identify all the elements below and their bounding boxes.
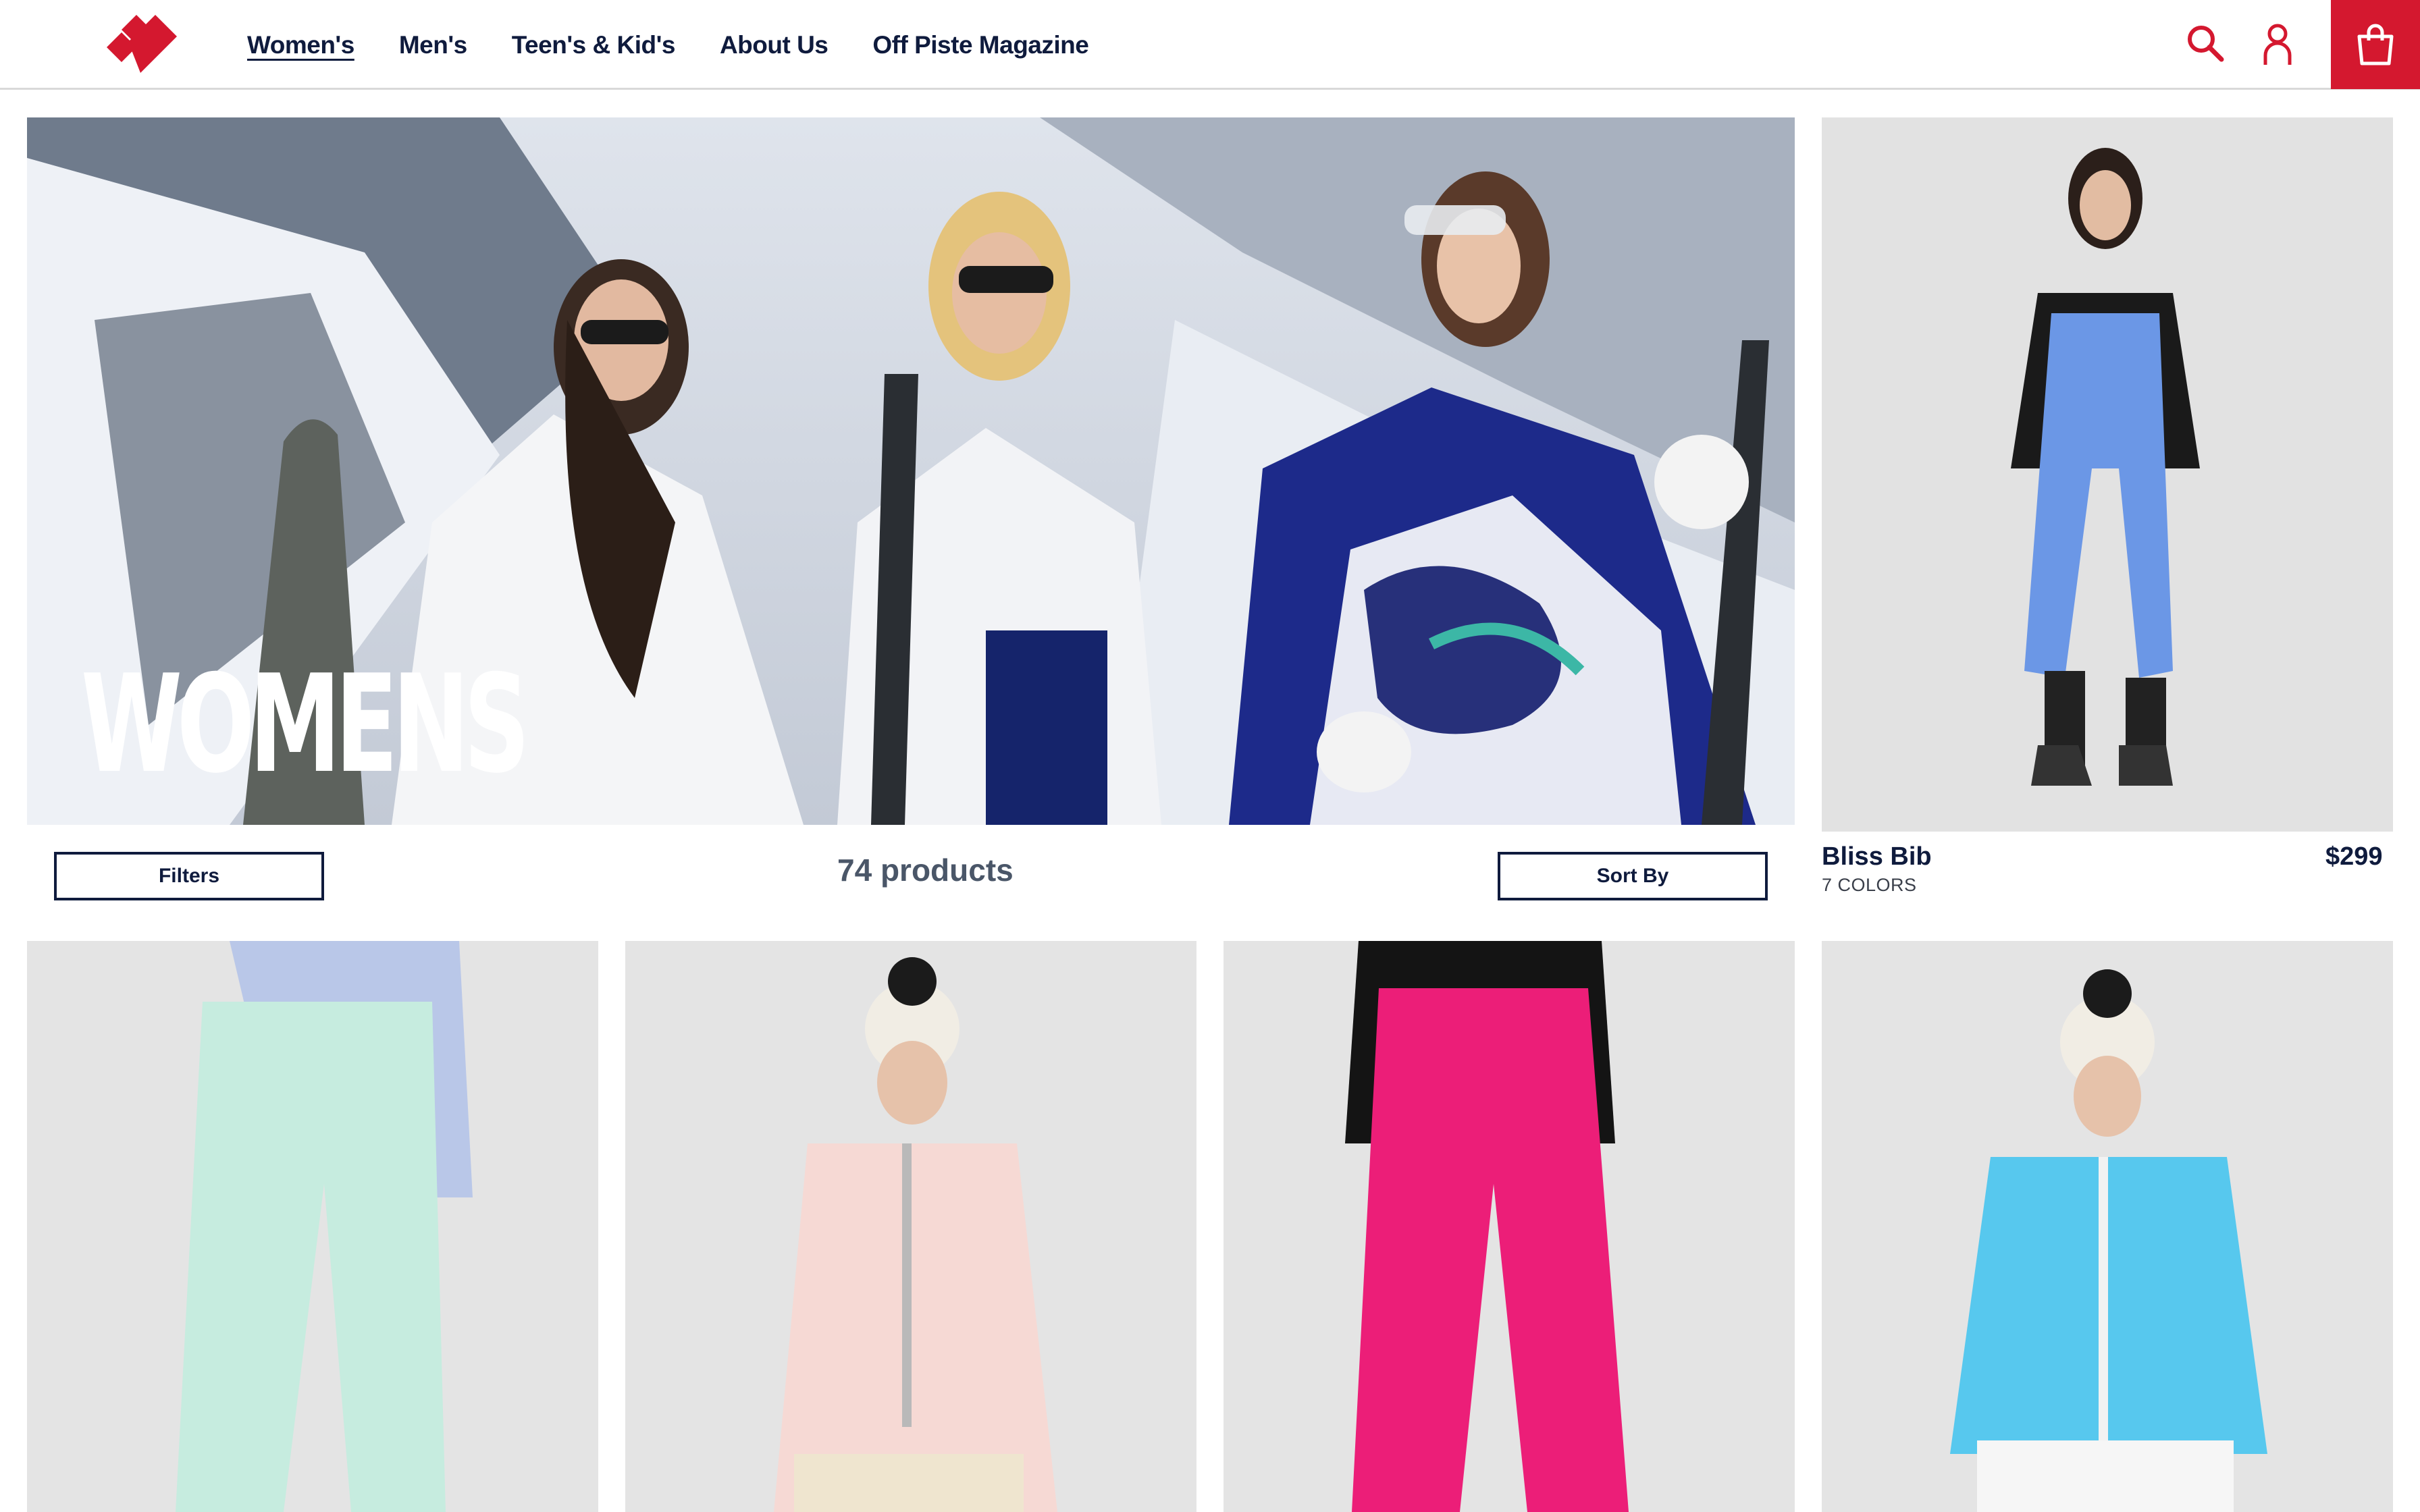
product-photo	[1822, 941, 2393, 1512]
diamond-logo-icon[interactable]	[101, 15, 182, 76]
product-price: $299	[2325, 842, 2383, 871]
product-photo	[1822, 117, 2393, 832]
product-card[interactable]	[1822, 941, 2393, 1512]
nav-womens[interactable]: Women's	[247, 31, 354, 59]
product-count: 74 products	[837, 853, 1014, 888]
cart-button[interactable]	[2331, 0, 2420, 89]
product-card[interactable]	[1224, 941, 1795, 1512]
sort-by-button[interactable]: Sort By	[1498, 852, 1768, 900]
product-photo	[1224, 941, 1795, 1512]
account-icon[interactable]	[2254, 20, 2301, 68]
product-name[interactable]: Bliss Bib	[1822, 842, 1932, 871]
product-photo	[625, 941, 1196, 1512]
filters-button[interactable]: Filters	[54, 852, 324, 900]
product-card[interactable]	[27, 941, 598, 1512]
hero-title: WOMENS	[81, 646, 530, 803]
product-card[interactable]	[625, 941, 1196, 1512]
search-icon[interactable]	[2182, 20, 2230, 68]
nav-teens-kids[interactable]: Teen's & Kid's	[512, 31, 676, 59]
nav-about-us[interactable]: About Us	[720, 31, 828, 59]
product-photo	[27, 941, 598, 1512]
product-image-bliss-bib[interactable]	[1822, 117, 2393, 832]
hero-banner: WOMENS	[27, 117, 1795, 825]
site-header: Women's Men's Teen's & Kid's About Us Of…	[0, 0, 2420, 90]
nav-mens[interactable]: Men's	[399, 31, 467, 59]
product-colors: 7 COLORS	[1822, 875, 1917, 895]
shopping-bag-icon	[2357, 24, 2394, 65]
main-nav: Women's Men's Teen's & Kid's About Us Of…	[247, 31, 1089, 59]
nav-off-piste-magazine[interactable]: Off Piste Magazine	[872, 31, 1088, 59]
